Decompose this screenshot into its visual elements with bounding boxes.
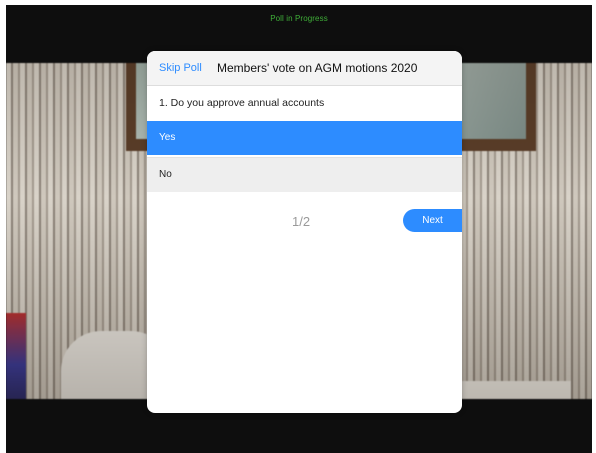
poll-option-no[interactable]: No [147, 157, 462, 192]
poll-title: Members' vote on AGM motions 2020 [217, 61, 418, 75]
skip-poll-button[interactable]: Skip Poll [159, 62, 202, 74]
poll-option-yes[interactable]: Yes [147, 121, 462, 155]
poll-option-label: No [159, 169, 172, 180]
poll-dialog: Skip Poll Members' vote on AGM motions 2… [147, 51, 462, 413]
next-button[interactable]: Next [403, 209, 462, 232]
meeting-screen: Poll in Progress Skip Poll Members' vote… [6, 5, 592, 453]
poll-header: Skip Poll Members' vote on AGM motions 2… [147, 51, 462, 86]
poll-question: 1. Do you approve annual accounts [147, 86, 462, 120]
poll-option-label: Yes [159, 132, 176, 143]
poll-page-indicator: 1/2 [292, 214, 311, 229]
poll-question-text: 1. Do you approve annual accounts [159, 97, 325, 109]
poll-status-text: Poll in Progress [270, 13, 328, 23]
